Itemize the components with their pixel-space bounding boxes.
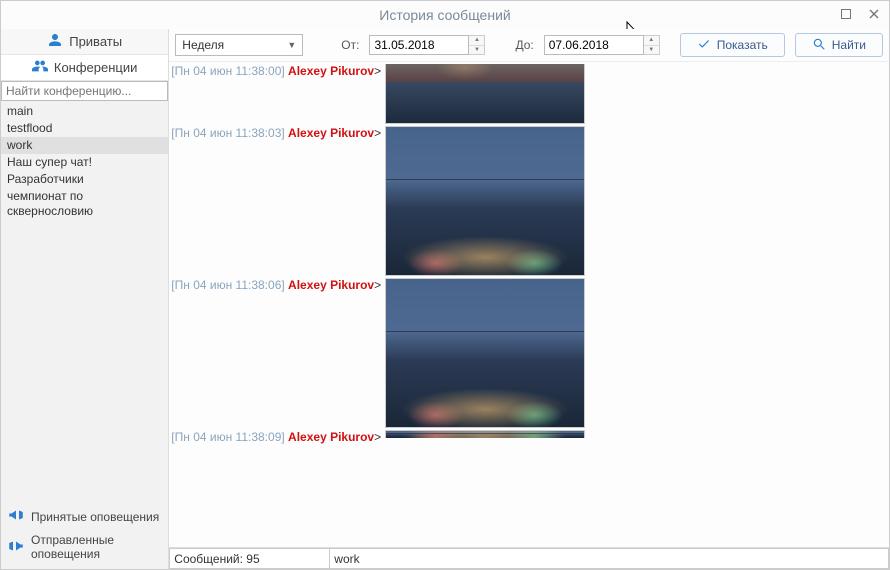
sidebar-tab-conferences[interactable]: Конференции [1, 55, 168, 81]
sidebar-tab-label: Приваты [69, 34, 122, 49]
message-image[interactable] [385, 64, 585, 124]
message-image[interactable] [385, 430, 585, 438]
to-label: До: [515, 38, 533, 52]
received-notifications[interactable]: Принятые оповещения [7, 506, 162, 527]
window-title: История сообщений [379, 7, 510, 23]
sent-notifications[interactable]: Отправленные оповещения [7, 533, 162, 561]
period-selected-value: Неделя [182, 38, 224, 52]
message-row: [Пн 04 июн 11:38:00] Alexey Pikurov> [171, 64, 883, 124]
sidebar-tab-label: Конференции [54, 60, 138, 75]
period-select[interactable]: Неделя ▼ [175, 34, 303, 56]
status-bar: Сообщений: 95 work [169, 547, 889, 569]
date-from-stepper[interactable]: ▲▼ [469, 35, 485, 55]
window-maximize-button[interactable] [837, 5, 855, 23]
megaphone-in-icon [7, 506, 25, 527]
message-count: Сообщений: 95 [169, 548, 329, 569]
conference-search-input[interactable] [1, 81, 168, 101]
message-row: [Пн 04 июн 11:38:09] Alexey Pikurov> [171, 430, 883, 444]
show-button-label: Показать [717, 38, 768, 52]
date-to-stepper[interactable]: ▲▼ [644, 35, 660, 55]
find-button[interactable]: Найти [795, 33, 883, 57]
current-room: work [329, 548, 889, 569]
user-icon [47, 32, 63, 51]
message-row: [Пн 04 июн 11:38:03] Alexey Pikurov> [171, 126, 883, 276]
message-timestamp: [Пн 04 июн 11:38:09] [171, 430, 284, 444]
date-from-input[interactable] [369, 35, 469, 55]
window-close-button[interactable] [865, 5, 883, 23]
toolbar: Неделя ▼ От: ▲▼ До: ▲▼ Показать [169, 29, 889, 61]
show-button[interactable]: Показать [680, 33, 785, 57]
message-scroll-area[interactable]: [Пн 04 июн 11:38:00] Alexey Pikurov> [Пн… [169, 62, 889, 547]
find-button-label: Найти [832, 38, 866, 52]
search-icon [812, 37, 826, 54]
conference-list: main testflood work Наш супер чат! Разра… [1, 101, 168, 222]
message-sender: Alexey Pikurov [288, 278, 374, 292]
conference-item[interactable]: Наш супер чат! [1, 154, 168, 171]
title-bar: История сообщений [1, 1, 889, 29]
message-sender: Alexey Pikurov [288, 64, 374, 78]
megaphone-out-icon [7, 537, 25, 558]
message-timestamp: [Пн 04 июн 11:38:06] [171, 278, 284, 292]
chevron-down-icon: ▼ [287, 40, 296, 50]
conference-item[interactable]: testflood [1, 120, 168, 137]
from-label: От: [341, 38, 359, 52]
message-image[interactable] [385, 126, 585, 276]
message-timestamp: [Пн 04 июн 11:38:03] [171, 126, 284, 140]
message-timestamp: [Пн 04 июн 11:38:00] [171, 64, 284, 78]
conference-item[interactable]: work [1, 137, 168, 154]
sidebar-tab-privates[interactable]: Приваты [1, 29, 168, 55]
date-to-input[interactable] [544, 35, 644, 55]
check-icon [697, 37, 711, 54]
conference-item[interactable]: main [1, 103, 168, 120]
message-sender: Alexey Pikurov [288, 430, 374, 444]
message-image[interactable] [385, 278, 585, 428]
conference-item[interactable]: Разработчики [1, 171, 168, 188]
sidebar: Приваты Конференции main testflood work … [1, 29, 169, 569]
message-sender: Alexey Pikurov [288, 126, 374, 140]
message-row: [Пн 04 июн 11:38:06] Alexey Pikurov> [171, 278, 883, 428]
sent-notifications-label: Отправленные оповещения [31, 533, 162, 561]
received-notifications-label: Принятые оповещения [31, 510, 159, 524]
group-icon [32, 58, 48, 77]
conference-item[interactable]: чемпионат по сквернословию [1, 188, 168, 220]
